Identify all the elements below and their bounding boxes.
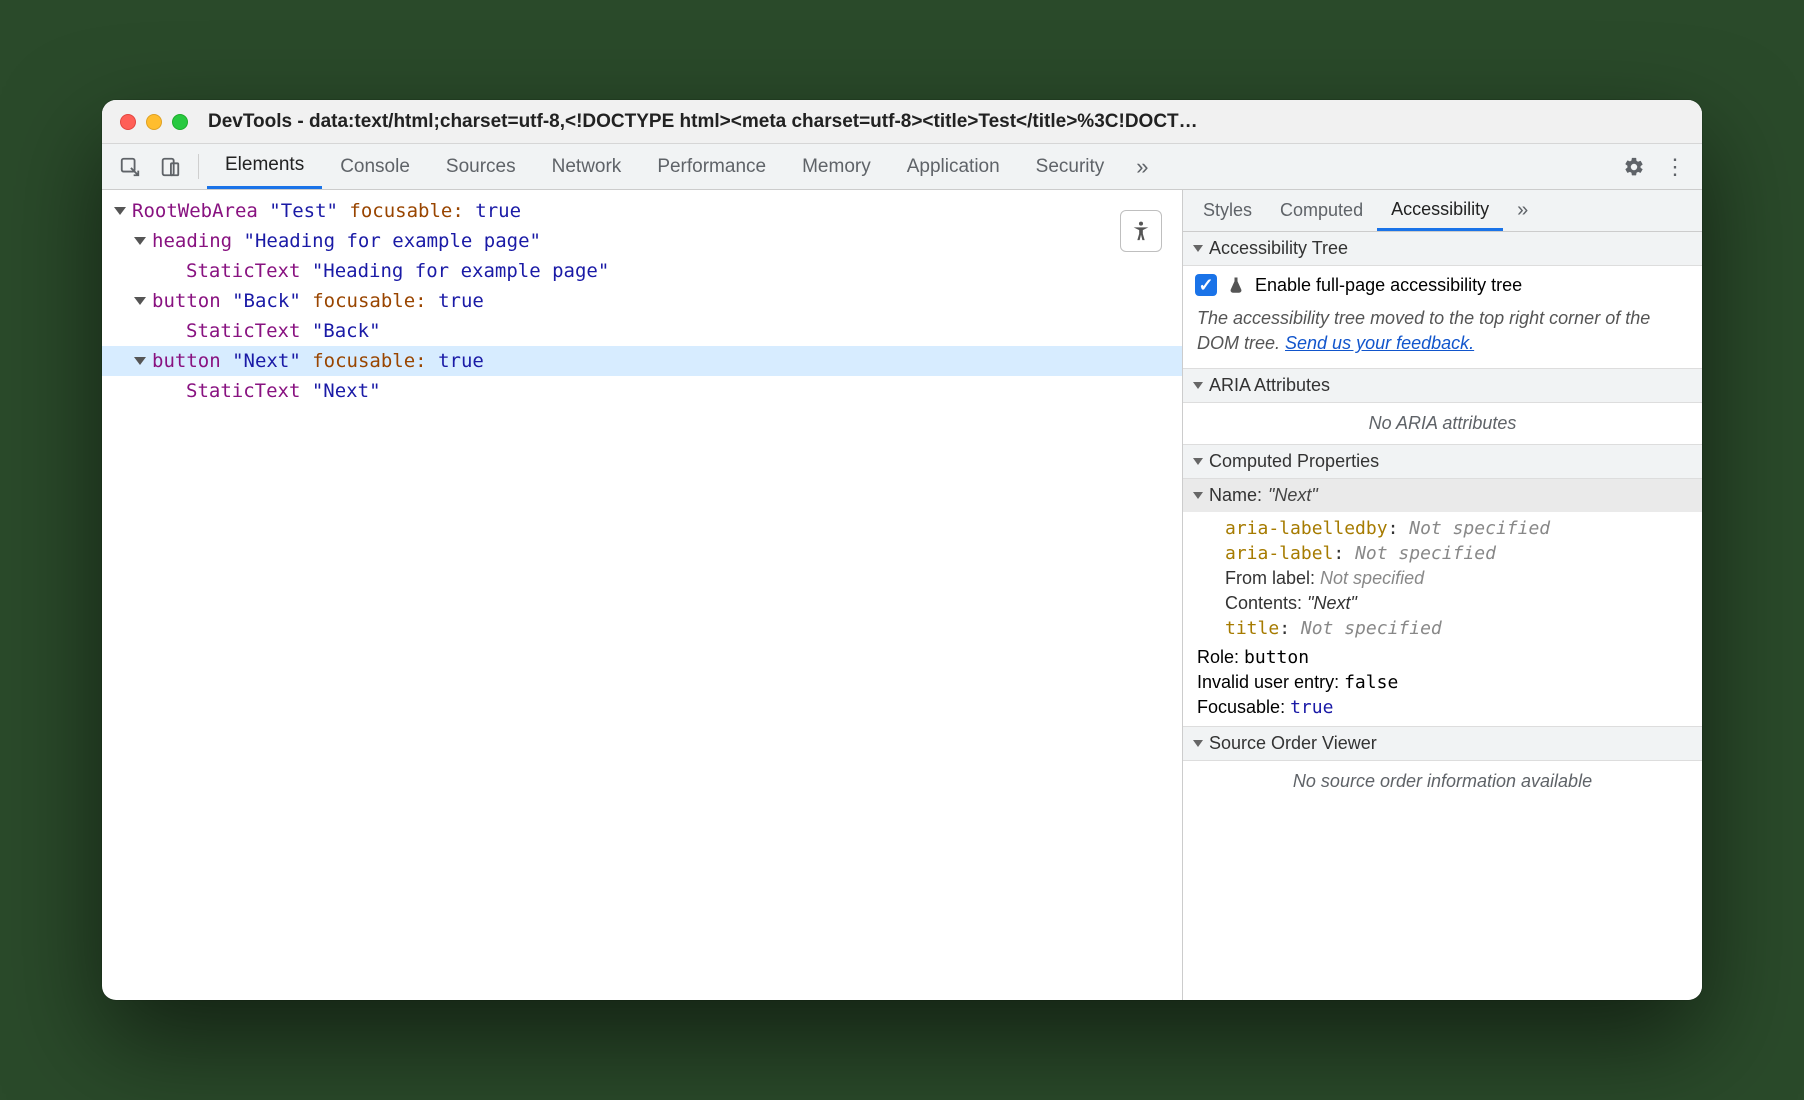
enable-full-tree-checkbox-row[interactable]: ✓ Enable full-page accessibility tree: [1183, 266, 1702, 304]
tab-elements[interactable]: Elements: [207, 144, 322, 189]
tree-hint-text: The accessibility tree moved to the top …: [1183, 304, 1702, 368]
tab-security[interactable]: Security: [1018, 144, 1123, 189]
prop-focusable: Focusable: true: [1183, 695, 1702, 726]
chevron-down-icon: [1193, 740, 1203, 747]
computed-name-header[interactable]: Name: "Next": [1183, 479, 1702, 512]
tab-memory[interactable]: Memory: [784, 144, 889, 189]
computed-properties-body: aria-labelledby: Not specified aria-labe…: [1183, 512, 1702, 645]
aria-empty-text: No ARIA attributes: [1183, 403, 1702, 444]
flask-icon: [1227, 276, 1245, 294]
tree-row[interactable]: button "Back" focusable: true: [102, 286, 1182, 316]
tab-network[interactable]: Network: [534, 144, 640, 189]
kebab-menu-icon[interactable]: ⋮: [1654, 144, 1694, 189]
window-title: DevTools - data:text/html;charset=utf-8,…: [208, 111, 1684, 133]
tree-row[interactable]: StaticText "Back": [102, 316, 1182, 346]
checkbox-label: Enable full-page accessibility tree: [1255, 275, 1522, 296]
section-source-order-viewer[interactable]: Source Order Viewer: [1183, 726, 1702, 761]
more-sidetabs-icon[interactable]: »: [1503, 190, 1542, 231]
prop-from-label: From label: Not specified: [1197, 566, 1688, 591]
content-area: RootWebArea "Test" focusable: true headi…: [102, 190, 1702, 1000]
chevron-down-icon: [1193, 245, 1203, 252]
tab-application[interactable]: Application: [889, 144, 1018, 189]
prop-aria-labelledby: aria-labelledby: Not specified: [1197, 516, 1688, 541]
tab-console[interactable]: Console: [322, 144, 428, 189]
more-tabs-icon[interactable]: »: [1122, 144, 1162, 189]
tree-row[interactable]: StaticText "Next": [102, 376, 1182, 406]
feedback-link[interactable]: Send us your feedback.: [1285, 333, 1474, 353]
close-window-button[interactable]: [120, 114, 136, 130]
sidebar-panel: Styles Computed Accessibility » Accessib…: [1182, 190, 1702, 1000]
zoom-window-button[interactable]: [172, 114, 188, 130]
chevron-down-icon: [1193, 382, 1203, 389]
prop-role: Role: button: [1183, 645, 1702, 670]
section-accessibility-tree[interactable]: Accessibility Tree: [1183, 232, 1702, 266]
prop-contents: Contents: "Next": [1197, 591, 1688, 616]
accessibility-tree-panel: RootWebArea "Test" focusable: true headi…: [102, 190, 1182, 1000]
separator: [198, 154, 199, 179]
expand-caret-icon[interactable]: [114, 207, 126, 215]
tree-row[interactable]: RootWebArea "Test" focusable: true: [102, 196, 1182, 226]
accessibility-badge-icon[interactable]: [1120, 210, 1162, 252]
main-toolbar: Elements Console Sources Network Perform…: [102, 144, 1702, 190]
tab-performance[interactable]: Performance: [639, 144, 784, 189]
sidetab-accessibility[interactable]: Accessibility: [1377, 190, 1503, 231]
expand-caret-icon[interactable]: [134, 297, 146, 305]
sidetab-styles[interactable]: Styles: [1189, 190, 1266, 231]
tab-sources[interactable]: Sources: [428, 144, 534, 189]
window-controls: [120, 114, 188, 130]
device-toolbar-icon[interactable]: [150, 144, 190, 189]
prop-invalid-user-entry: Invalid user entry: false: [1183, 670, 1702, 695]
titlebar: DevTools - data:text/html;charset=utf-8,…: [102, 100, 1702, 144]
settings-gear-icon[interactable]: [1614, 144, 1654, 189]
inspect-element-icon[interactable]: [110, 144, 150, 189]
expand-caret-icon[interactable]: [134, 237, 146, 245]
expand-caret-icon[interactable]: [134, 357, 146, 365]
chevron-down-icon: [1193, 458, 1203, 465]
checkbox-checked-icon[interactable]: ✓: [1195, 274, 1217, 296]
section-computed-properties[interactable]: Computed Properties: [1183, 444, 1702, 479]
devtools-window: DevTools - data:text/html;charset=utf-8,…: [102, 100, 1702, 1000]
sidebar-tabs: Styles Computed Accessibility »: [1183, 190, 1702, 232]
source-order-empty-text: No source order information available: [1183, 761, 1702, 802]
section-aria-attributes[interactable]: ARIA Attributes: [1183, 368, 1702, 403]
chevron-down-icon: [1193, 492, 1203, 499]
sidetab-computed[interactable]: Computed: [1266, 190, 1377, 231]
tree-row[interactable]: StaticText "Heading for example page": [102, 256, 1182, 286]
tree-row[interactable]: heading "Heading for example page": [102, 226, 1182, 256]
prop-title: title: Not specified: [1197, 616, 1688, 641]
minimize-window-button[interactable]: [146, 114, 162, 130]
prop-aria-label: aria-label: Not specified: [1197, 541, 1688, 566]
tree-row-selected[interactable]: button "Next" focusable: true: [102, 346, 1182, 376]
